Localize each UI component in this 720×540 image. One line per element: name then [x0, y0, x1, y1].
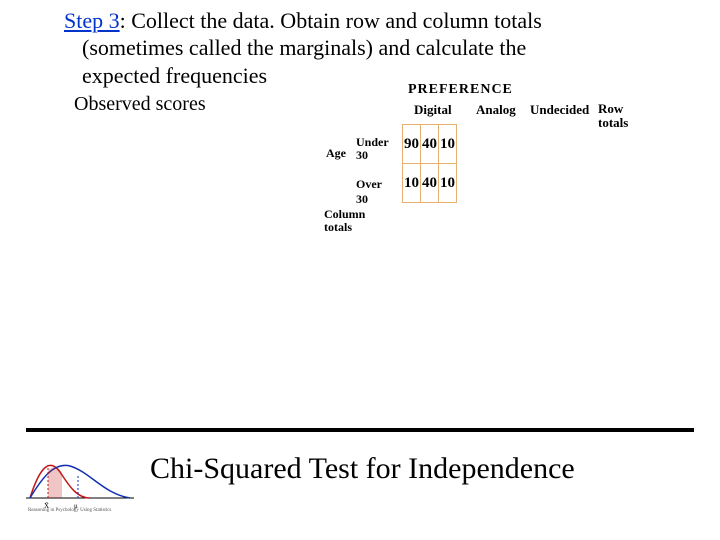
column-totals-label: Column totals	[324, 208, 365, 233]
footer-divider	[26, 428, 694, 432]
cell-under30-undecided: 10	[439, 125, 457, 164]
table-row: 10 40 10	[403, 164, 457, 203]
step-sep: :	[120, 8, 132, 33]
slide-body: Step 3: Collect the data. Obtain row and…	[0, 0, 720, 116]
row-label-over30: Over 30	[356, 177, 382, 207]
row-label-under30: Under 30	[356, 136, 389, 161]
cell-under30-analog: 40	[421, 125, 439, 164]
axis-label-age: Age	[326, 146, 346, 161]
col-header-undecided: Undecided	[530, 102, 589, 118]
cell-over30-digital: 10	[403, 164, 421, 203]
step-heading: Step 3: Collect the data. Obtain row and…	[64, 8, 696, 34]
cell-under30-digital: 90	[403, 125, 421, 164]
step-line2: (sometimes called the marginals) and cal…	[82, 34, 696, 62]
cell-over30-analog: 40	[421, 164, 439, 203]
col-header-row-totals: Row totals	[598, 102, 628, 129]
slide-title: Chi-Squared Test for Independence	[150, 452, 700, 486]
observed-table: 90 40 10 10 40 10	[402, 124, 457, 203]
step-line1: Collect the data. Obtain row and column …	[131, 8, 542, 33]
col-header-analog: Analog	[476, 102, 516, 118]
step-line3: expected frequencies	[82, 62, 696, 90]
preference-title: PREFERENCE	[408, 82, 513, 98]
step-label: Step 3	[64, 8, 120, 33]
chi-square-distribution-icon: X̄ μ Reasoning in Psychology Using Stati…	[20, 448, 140, 512]
svg-text:Reasoning in Psychology Using: Reasoning in Psychology Using Statistics	[28, 508, 111, 512]
cell-over30-undecided: 10	[439, 164, 457, 203]
table-row: 90 40 10	[403, 125, 457, 164]
col-header-digital: Digital	[414, 102, 452, 118]
